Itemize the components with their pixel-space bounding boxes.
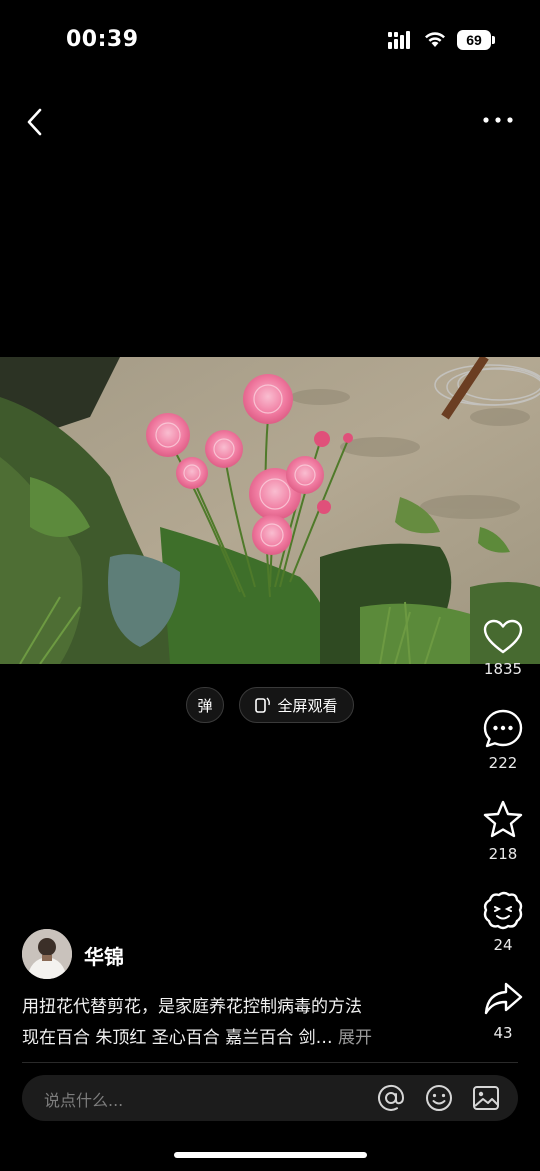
- share-action[interactable]: 43: [473, 980, 533, 1042]
- star-icon: [483, 800, 523, 838]
- at-mention-icon[interactable]: [376, 1083, 406, 1113]
- heart-icon: [483, 619, 523, 654]
- comment-input-placeholder[interactable]: 说点什么...: [44, 1087, 123, 1111]
- emoji-icon[interactable]: [424, 1083, 454, 1113]
- video-frame-flowers: [0, 357, 540, 664]
- cellular-signal-icon: [388, 31, 410, 49]
- fullscreen-button[interactable]: 全屏观看: [239, 687, 354, 723]
- video-caption[interactable]: 用扭花代替剪花，是家庭养花控制病毒的方法 现在百合 朱顶红 圣心百合 嘉兰百合 …: [22, 992, 462, 1054]
- comment-bubble-icon: [483, 709, 523, 748]
- image-picker-icon[interactable]: [471, 1083, 501, 1113]
- status-time: 00:39: [66, 27, 139, 52]
- video-player[interactable]: [0, 357, 540, 664]
- tip-action[interactable]: 24: [473, 890, 533, 954]
- like-action[interactable]: 1835: [473, 618, 533, 678]
- expand-caption-button[interactable]: 展开: [338, 1028, 372, 1048]
- divider: [22, 1062, 518, 1063]
- tip-count: 24: [493, 936, 513, 954]
- back-button[interactable]: [20, 104, 52, 140]
- danmu-label: 弹: [197, 696, 213, 715]
- share-arrow-icon: [484, 982, 523, 1015]
- wifi-icon: [425, 32, 445, 47]
- rotate-fullscreen-icon: [255, 697, 271, 713]
- battery-indicator: 69: [457, 30, 495, 50]
- comment-action[interactable]: 222: [473, 708, 533, 772]
- favorite-action[interactable]: 218: [473, 799, 533, 863]
- battery-level: 69: [457, 30, 491, 50]
- favorite-count: 218: [488, 845, 518, 863]
- like-count: 1835: [483, 660, 523, 678]
- caption-line-1: 用扭花代替剪花，是家庭养花控制病毒的方法: [22, 997, 362, 1017]
- author-avatar[interactable]: [22, 929, 72, 979]
- comment-count: 222: [488, 754, 518, 772]
- caption-line-2: 现在百合 朱顶红 圣心百合 嘉兰百合 剑…: [22, 1028, 333, 1048]
- danmu-toggle-button[interactable]: 弹: [186, 687, 224, 723]
- fullscreen-label: 全屏观看: [277, 696, 338, 715]
- tip-sticker-icon: [483, 891, 523, 930]
- share-count: 43: [493, 1024, 513, 1042]
- author-name[interactable]: 华锦: [84, 941, 124, 970]
- home-indicator: [174, 1152, 367, 1158]
- more-options-button[interactable]: [478, 110, 518, 130]
